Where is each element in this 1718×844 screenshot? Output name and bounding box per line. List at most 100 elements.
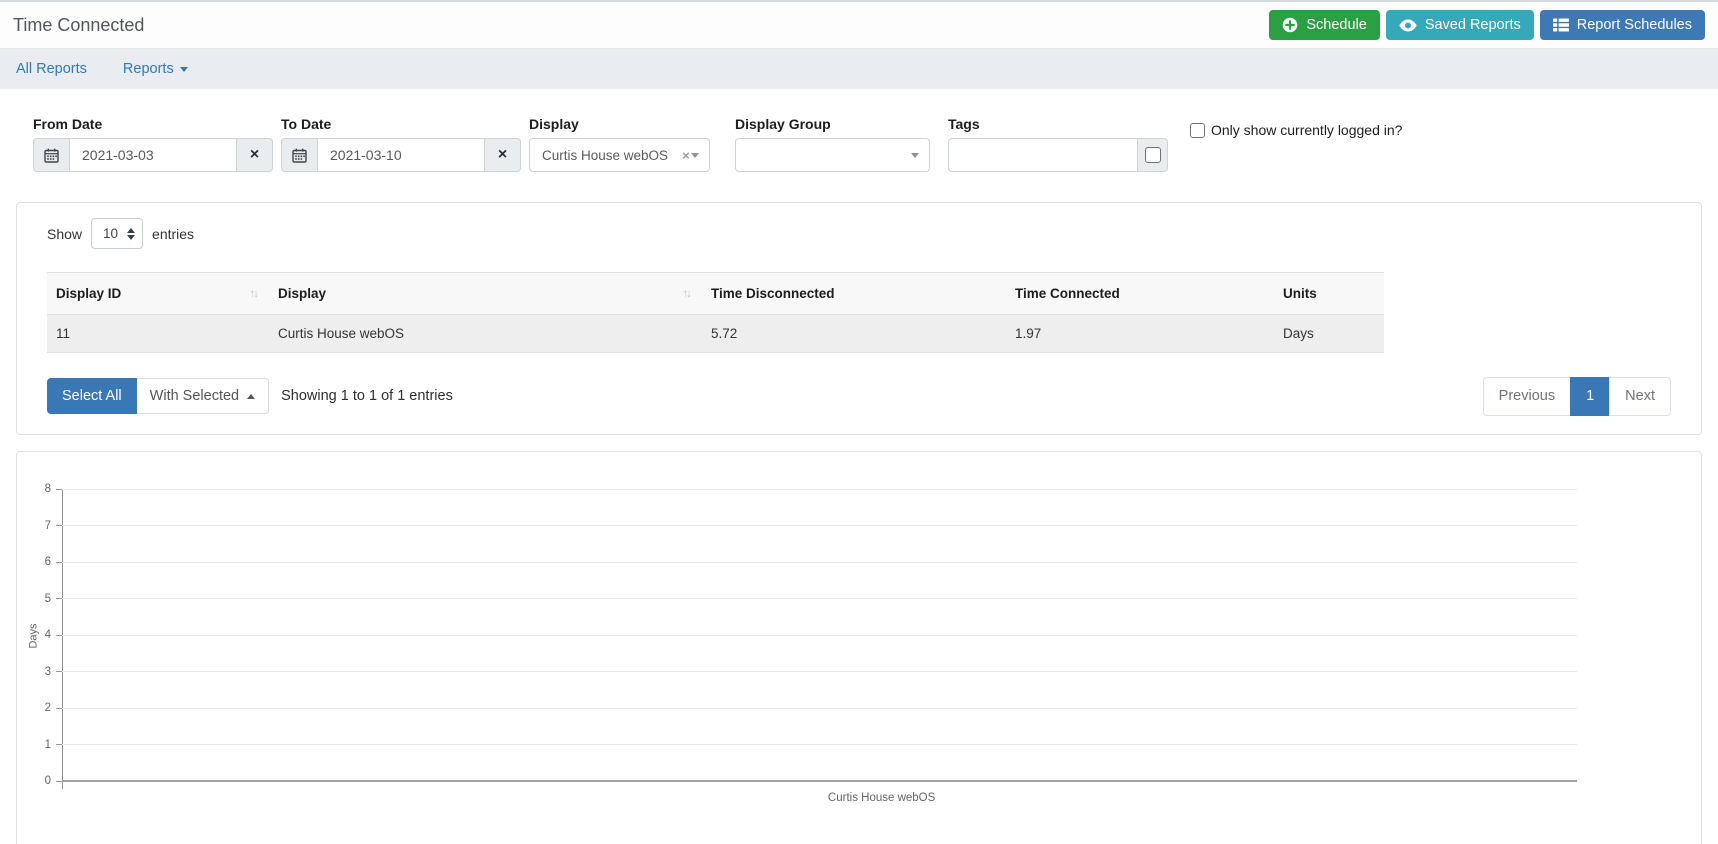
table-cell: Days — [1274, 315, 1384, 353]
table-body: 11Curtis House webOS5.721.97Days — [47, 315, 1384, 353]
sort-icon: ↑↓ — [250, 288, 262, 300]
nav-all-reports[interactable]: All Reports — [16, 61, 87, 77]
schedule-button-label: Schedule — [1306, 17, 1366, 33]
y-tick-label: 6 — [45, 557, 51, 569]
with-selected-dropdown[interactable]: With Selected — [137, 378, 269, 414]
select-all-button[interactable]: Select All — [47, 378, 137, 414]
column-header[interactable]: Display ↑↓ — [269, 273, 702, 315]
from-date-group: From Date × — [33, 116, 273, 172]
y-axis-title: Days — [28, 623, 40, 648]
to-date-group: To Date × — [281, 116, 521, 172]
table-card: Show 10 entries Display ID↑↓Display↑↓Tim… — [16, 202, 1702, 435]
tags-exact-match-checkbox[interactable] — [1145, 147, 1161, 163]
chevron-down-icon — [180, 67, 188, 72]
column-header-label: Display — [278, 286, 326, 301]
gridline — [62, 562, 1577, 563]
table-cell: 5.72 — [702, 315, 1006, 353]
y-tick-label: 1 — [45, 739, 51, 751]
calendar-icon[interactable] — [33, 138, 69, 172]
tick-mark — [56, 781, 62, 782]
y-tick-label: 7 — [45, 520, 51, 532]
sort-icon: ↑↓ — [683, 288, 695, 300]
only-logged-in-label: Only show currently logged in? — [1211, 122, 1402, 138]
plus-circle-icon — [1282, 17, 1298, 33]
y-tick-label: 2 — [45, 703, 51, 715]
column-header-label: Display ID — [56, 286, 121, 301]
page-length-value: 10 — [103, 226, 118, 241]
column-header-label: Time Connected — [1015, 286, 1120, 301]
from-date-input[interactable] — [69, 138, 237, 172]
table-cell: Curtis House webOS — [269, 315, 702, 353]
stepper-icon — [127, 228, 135, 240]
tags-exact-match-addon — [1138, 138, 1168, 172]
gridline — [62, 708, 1577, 709]
calendar-icon[interactable] — [281, 138, 317, 172]
pagination-page-1[interactable]: 1 — [1570, 377, 1610, 416]
showing-entries-summary: Showing 1 to 1 of 1 entries — [281, 388, 453, 404]
table-cell: 1.97 — [1006, 315, 1274, 353]
tick-mark — [56, 562, 62, 563]
pagination-previous[interactable]: Previous — [1483, 377, 1571, 416]
table-row[interactable]: 11Curtis House webOS5.721.97Days — [47, 315, 1384, 353]
gridline — [62, 635, 1577, 636]
y-tick-label: 5 — [45, 593, 51, 605]
pagination-next[interactable]: Next — [1609, 377, 1671, 416]
page-length-select[interactable]: 10 — [91, 218, 143, 249]
only-logged-in-checkbox[interactable] — [1190, 123, 1205, 138]
clear-x-icon: × — [498, 147, 507, 163]
saved-reports-button-label: Saved Reports — [1425, 17, 1521, 33]
eye-icon — [1399, 19, 1417, 32]
column-header-label: Units — [1283, 286, 1317, 301]
chevron-up-icon — [247, 394, 255, 399]
schedule-button[interactable]: Schedule — [1269, 10, 1379, 40]
display-group-select[interactable] — [735, 138, 930, 172]
display-select[interactable]: Curtis House webOS × — [529, 138, 710, 172]
from-date-clear-button[interactable]: × — [237, 138, 273, 172]
only-logged-in-group: Only show currently logged in? — [1190, 122, 1402, 138]
table-cell: 11 — [47, 315, 269, 353]
filter-bar: From Date × To Date × Display C — [0, 89, 1718, 202]
report-schedules-button-label: Report Schedules — [1577, 17, 1692, 33]
page-title: Time Connected — [13, 15, 144, 36]
entries-label: entries — [152, 226, 194, 242]
tick-mark — [56, 708, 62, 709]
time-connected-report-page: Time Connected Schedule Saved Reports Re… — [0, 0, 1718, 844]
tags-label: Tags — [948, 116, 1168, 132]
table-footer: Select All With Selected Showing 1 to 1 … — [47, 377, 1671, 416]
display-select-value: Curtis House webOS — [542, 148, 668, 163]
header-actions: Schedule Saved Reports Report Schedules — [1269, 10, 1705, 40]
display-label: Display — [529, 116, 727, 132]
column-header-label: Time Disconnected — [711, 286, 835, 301]
chart-plot: 012345678Curtis House webOSDays — [62, 490, 1577, 782]
page-header: Time Connected Schedule Saved Reports Re… — [0, 2, 1718, 49]
table-header-row: Display ID ↑↓ Display ↑↓ Time Disconnected Ti… — [47, 273, 1384, 315]
column-header[interactable]: Display ID ↑↓ — [47, 273, 269, 315]
tick-mark — [56, 635, 62, 636]
clear-x-icon: × — [250, 147, 259, 163]
saved-reports-button[interactable]: Saved Reports — [1386, 10, 1534, 40]
remove-selection-icon[interactable]: × — [682, 148, 690, 163]
chevron-down-icon — [911, 153, 919, 158]
gridline — [62, 598, 1577, 599]
nav-all-reports-label: All Reports — [16, 61, 87, 77]
nav-reports-dropdown[interactable]: Reports — [123, 61, 188, 77]
report-schedules-button[interactable]: Report Schedules — [1540, 10, 1705, 40]
nav-reports-label: Reports — [123, 61, 174, 77]
list-icon — [1553, 18, 1569, 32]
x-category-label: Curtis House webOS — [828, 792, 935, 804]
tags-input[interactable] — [948, 138, 1138, 172]
to-date-clear-button[interactable]: × — [485, 138, 521, 172]
tick-mark — [56, 489, 62, 490]
pagination: Previous 1 Next — [1483, 377, 1671, 416]
to-date-label: To Date — [281, 116, 521, 132]
to-date-input[interactable] — [317, 138, 485, 172]
tick-mark — [56, 598, 62, 599]
display-group: Display Curtis House webOS × — [529, 116, 727, 172]
chevron-down-icon — [691, 153, 699, 158]
report-table: Display ID ↑↓ Display ↑↓ Time Disconnected Ti… — [47, 272, 1384, 353]
y-tick-label: 8 — [45, 484, 51, 496]
gridline — [62, 744, 1577, 745]
tick-mark — [56, 671, 62, 672]
tick-mark — [56, 525, 62, 526]
tick-mark — [56, 744, 62, 745]
